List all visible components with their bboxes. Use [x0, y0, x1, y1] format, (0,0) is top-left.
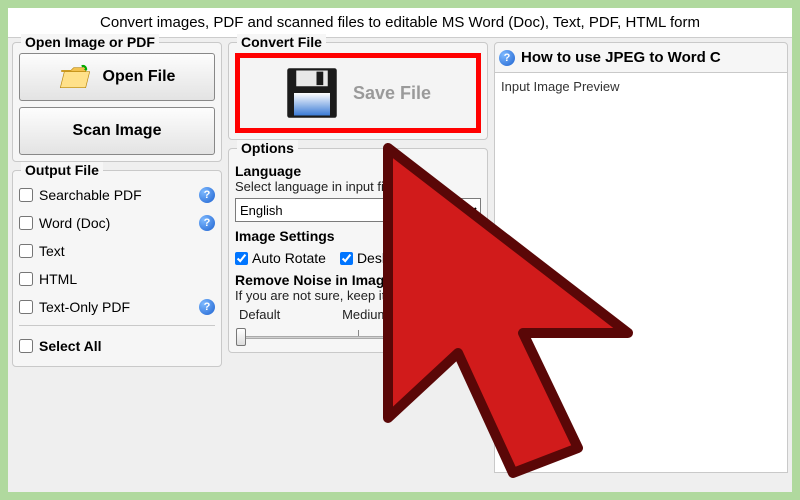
scan-image-label: Scan Image	[73, 122, 162, 140]
auto-rotate-option[interactable]: Auto Rotate	[235, 250, 326, 266]
howto-link[interactable]: ? How to use JPEG to Word C	[494, 42, 788, 73]
label-auto-rotate: Auto Rotate	[252, 250, 326, 266]
remove-noise-label: Remove Noise in Image	[235, 272, 481, 288]
output-file-panel: Output File Searchable PDF ? Word (Doc) …	[12, 170, 222, 367]
noise-level-labels: Default Medium High	[235, 307, 481, 322]
open-file-label: Open File	[103, 68, 176, 86]
checkbox-auto-rotate[interactable]	[235, 252, 248, 265]
preview-label: Input Image Preview	[501, 79, 620, 94]
checkbox-searchable-pdf[interactable]	[19, 188, 33, 202]
options-panel: Options Language Select language in inpu…	[228, 148, 488, 353]
folder-open-icon	[59, 63, 91, 91]
help-icon[interactable]: ?	[199, 299, 215, 315]
label-deskew: Desk	[357, 250, 389, 266]
save-file-label: Save File	[353, 83, 431, 104]
noise-slider[interactable]	[239, 324, 477, 346]
help-icon: ?	[499, 50, 515, 66]
noise-level-high: High	[450, 307, 477, 322]
checkbox-select-all[interactable]	[19, 339, 33, 353]
output-option-html[interactable]: HTML	[19, 265, 215, 293]
scan-image-button[interactable]: Scan Image	[19, 107, 215, 155]
output-option-word[interactable]: Word (Doc) ?	[19, 209, 215, 237]
noise-level-medium: Medium	[342, 307, 388, 322]
howto-label: How to use JPEG to Word C	[521, 49, 721, 66]
convert-file-panel: Convert File Save File	[228, 42, 488, 140]
open-image-title: Open Image or PDF	[21, 34, 159, 50]
output-select-all[interactable]: Select All	[19, 332, 215, 360]
options-title: Options	[237, 140, 298, 156]
image-settings-label: Image Settings	[235, 228, 481, 244]
label-select-all: Select All	[39, 338, 102, 354]
slider-thumb[interactable]	[236, 328, 246, 346]
input-image-preview: Input Image Preview	[494, 73, 788, 473]
language-select[interactable]: English	[235, 198, 481, 222]
slider-track	[239, 336, 477, 339]
label-word: Word (Doc)	[39, 215, 110, 231]
remove-noise-note: If you are not sure, keep it as "defa	[235, 288, 481, 303]
label-text: Text	[39, 243, 65, 259]
deskew-option[interactable]: Desk	[340, 250, 389, 266]
checkbox-deskew[interactable]	[340, 252, 353, 265]
language-note: Select language in input file	[235, 179, 481, 194]
right-panel: ? How to use JPEG to Word C Input Image …	[494, 42, 788, 473]
open-image-panel: Open Image or PDF Open File Scan Image	[12, 42, 222, 162]
label-searchable-pdf: Searchable PDF	[39, 187, 142, 203]
divider	[19, 325, 215, 326]
output-option-text[interactable]: Text	[19, 237, 215, 265]
output-option-textonly-pdf[interactable]: Text-Only PDF ?	[19, 293, 215, 321]
convert-file-title: Convert File	[237, 34, 326, 50]
checkbox-word[interactable]	[19, 216, 33, 230]
label-html: HTML	[39, 271, 77, 287]
help-icon[interactable]: ?	[199, 187, 215, 203]
save-file-button[interactable]: Save File	[235, 53, 481, 133]
language-label: Language	[235, 163, 481, 179]
label-textonly-pdf: Text-Only PDF	[39, 299, 130, 315]
output-option-searchable-pdf[interactable]: Searchable PDF ?	[19, 181, 215, 209]
help-icon[interactable]: ?	[199, 215, 215, 231]
noise-level-default: Default	[239, 307, 280, 322]
floppy-disk-icon	[285, 66, 339, 120]
checkbox-textonly-pdf[interactable]	[19, 300, 33, 314]
open-file-button[interactable]: Open File	[19, 53, 215, 101]
checkbox-html[interactable]	[19, 272, 33, 286]
checkbox-text[interactable]	[19, 244, 33, 258]
output-file-title: Output File	[21, 162, 103, 178]
